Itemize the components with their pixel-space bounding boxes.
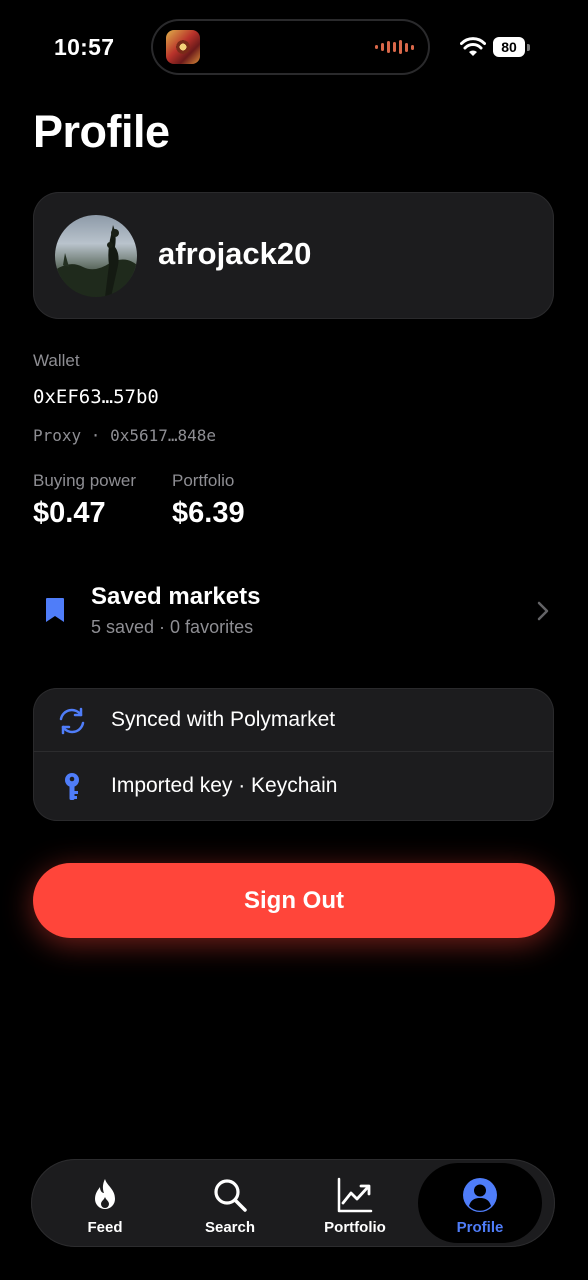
sync-status-row: Synced with Polymarket	[33, 688, 554, 754]
buying-power-value: $0.47	[33, 497, 106, 529]
tab-portfolio[interactable]: Portfolio	[293, 1163, 417, 1243]
username: afrojack20	[158, 236, 312, 271]
tab-feed[interactable]: Feed	[43, 1163, 167, 1243]
page-title: Profile	[33, 106, 170, 157]
wallet-label: Wallet	[33, 351, 80, 370]
profile-card[interactable]: afrojack20	[33, 192, 554, 319]
status-time: 10:57	[54, 34, 115, 60]
portfolio-label: Portfolio	[172, 471, 235, 490]
chart-icon	[337, 1177, 373, 1213]
saved-markets-subtitle: 5 saved · 0 favorites	[91, 617, 254, 637]
tab-label: Profile	[456, 1219, 504, 1236]
saved-markets-title: Saved markets	[91, 583, 261, 610]
divider	[33, 751, 554, 752]
sign-out-button[interactable]: Sign Out	[33, 863, 555, 938]
tab-label: Portfolio	[324, 1219, 386, 1236]
dynamic-island[interactable]	[151, 19, 430, 75]
tab-bar: Feed Search Portfolio Profile	[31, 1159, 555, 1247]
portfolio-value: $6.39	[172, 497, 245, 529]
key-status-row: Imported key · Keychain	[33, 754, 554, 820]
tab-profile[interactable]: Profile	[418, 1163, 542, 1243]
proxy-address[interactable]: Proxy · 0x5617…848e	[33, 426, 216, 445]
wifi-icon	[460, 37, 486, 56]
flame-icon	[95, 1179, 115, 1209]
wallet-address[interactable]: 0xEF63…57b0	[33, 386, 159, 408]
tab-label: Feed	[87, 1219, 123, 1236]
sync-status-text: Synced with Polymarket	[111, 708, 336, 731]
tab-search[interactable]: Search	[168, 1163, 292, 1243]
status-bar: 10:57 80	[0, 0, 588, 95]
key-status-text: Imported key · Keychain	[111, 774, 338, 797]
waveform-icon	[375, 40, 414, 54]
buying-power-label: Buying power	[33, 471, 137, 490]
search-icon	[214, 1179, 247, 1212]
bookmark-icon	[46, 598, 64, 622]
person-icon	[463, 1178, 497, 1212]
avatar-image-icon	[55, 225, 137, 297]
battery-icon: 80	[493, 37, 531, 57]
account-info-card: Synced with Polymarket Imported key · Ke…	[33, 688, 554, 821]
chevron-right-icon	[537, 601, 549, 621]
avatar	[55, 215, 137, 297]
saved-markets-row[interactable]: Saved markets 5 saved · 0 favorites	[33, 573, 554, 648]
album-art-icon	[166, 30, 200, 64]
sync-icon	[59, 707, 85, 735]
key-icon	[65, 773, 79, 800]
tab-label: Search	[204, 1219, 256, 1236]
battery-level: 80	[493, 37, 525, 57]
